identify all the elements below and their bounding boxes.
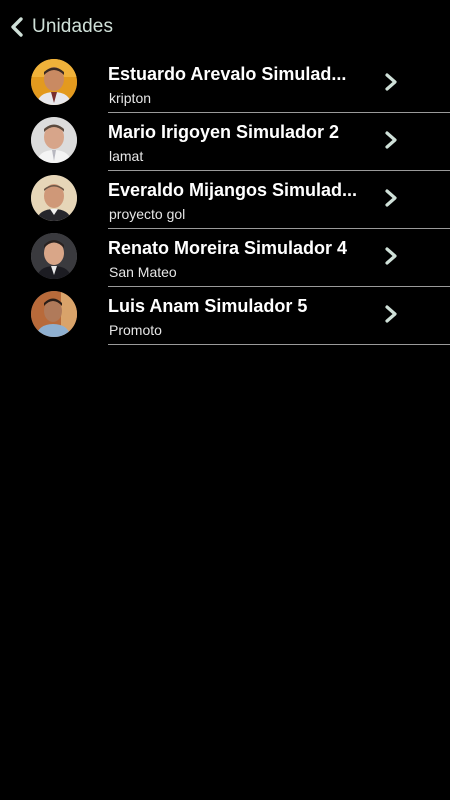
unit-subtitle: proyecto gol [109, 206, 186, 222]
unit-name: Mario Irigoyen Simulador 2 [108, 122, 340, 142]
chevron-right-icon [385, 305, 397, 323]
avatar [31, 175, 77, 221]
back-button[interactable]: Unidades [8, 12, 113, 42]
unit-subtitle: kripton [109, 90, 152, 106]
chevron-right-icon [385, 247, 397, 265]
chevron-left-icon [11, 17, 23, 37]
chevron-right-icon [385, 131, 397, 149]
navigation-bar: Unidades [0, 0, 450, 54]
avatar [31, 291, 77, 337]
chevron-right-icon [385, 189, 397, 207]
list-item[interactable]: Mario Irigoyen Simulador 2 lamat [0, 113, 450, 171]
unit-name: Luis Anam Simulador 5 [108, 296, 308, 316]
unit-name: Renato Moreira Simulador 4 [108, 238, 348, 258]
list-item[interactable]: Everaldo Mijangos Simulad... proyecto go… [0, 171, 450, 229]
unit-subtitle: San Mateo [109, 264, 177, 280]
list-item[interactable]: Estuardo Arevalo Simulad... kripton [0, 55, 450, 113]
avatar [31, 117, 77, 163]
unit-subtitle: lamat [109, 148, 144, 164]
avatar [31, 59, 77, 105]
unit-subtitle: Promoto [109, 322, 162, 338]
list-item[interactable]: Renato Moreira Simulador 4 San Mateo [0, 229, 450, 287]
unit-name: Estuardo Arevalo Simulad... [108, 64, 347, 84]
chevron-right-icon [385, 73, 397, 91]
unit-list: Estuardo Arevalo Simulad... kripton Mari… [0, 55, 450, 345]
back-label: Unidades [32, 16, 114, 37]
avatar [31, 233, 77, 279]
list-item[interactable]: Luis Anam Simulador 5 Promoto [0, 287, 450, 345]
unit-name: Everaldo Mijangos Simulad... [108, 180, 358, 200]
